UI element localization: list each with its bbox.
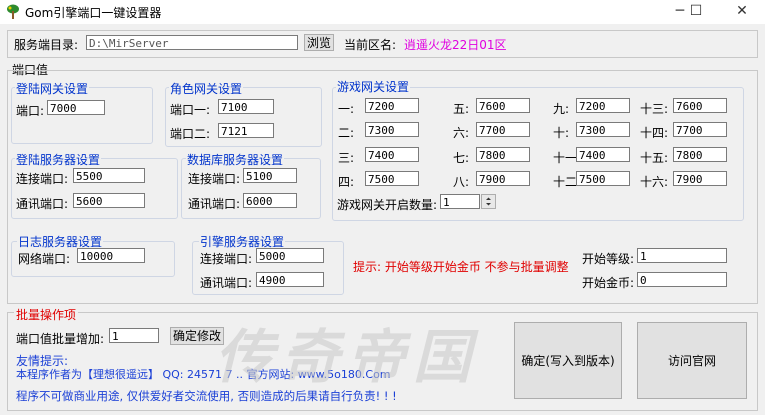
hint-text: 提示: 开始等级开始金币 不参与批量调整: [353, 260, 569, 274]
game-gate-port-input[interactable]: 7300: [576, 122, 630, 137]
visit-website-button[interactable]: 访问官网: [637, 322, 747, 399]
engine-server-conn-label: 连接端口:: [200, 252, 253, 266]
game-gate-port-label: 六:: [453, 126, 470, 140]
login-server-comm-label: 通讯端口:: [16, 197, 69, 211]
app-icon: [6, 4, 20, 20]
batch-increase-label: 端口值批量增加:: [16, 332, 105, 346]
notes-line1: 本程序作者为【理想很遥远】 QQ: 24571 7 .. 官方网站: www.5…: [16, 368, 391, 381]
db-server-comm-label: 通讯端口:: [188, 197, 241, 211]
log-server-net-input[interactable]: 10000: [77, 248, 145, 263]
browse-button[interactable]: 浏览: [304, 34, 334, 51]
game-gate-port-label: 一:: [338, 102, 355, 116]
start-level-label: 开始等级:: [582, 252, 635, 266]
game-gate-port-input[interactable]: 7900: [476, 171, 530, 186]
notes-line2: 程序不可做商业用途, 仅供爱好者交流使用, 否则造成的后果请自行负责! ! !: [16, 389, 397, 403]
game-gate-port-label: 二:: [338, 126, 355, 140]
game-gate-port-input[interactable]: 7700: [476, 122, 530, 137]
game-gate-port-input[interactable]: 7600: [673, 98, 727, 113]
game-gate-port-input[interactable]: 7500: [576, 171, 630, 186]
game-gate-port-label: 九:: [553, 102, 570, 116]
game-gate-port-input[interactable]: 7200: [365, 98, 419, 113]
game-gate-port-label: 十六:: [640, 175, 669, 189]
engine-server-comm-input[interactable]: 4900: [256, 272, 324, 287]
engine-server-conn-input[interactable]: 5000: [256, 248, 324, 263]
role-gate-port2-input[interactable]: 7121: [218, 123, 274, 138]
apply-to-version-button[interactable]: 确定(写入到版本): [514, 322, 622, 399]
game-gate-port-label: 三:: [338, 151, 355, 165]
game-gate-port-label: 十四:: [640, 126, 669, 140]
title-bar: Gom引擎端口一键设置器 ─ ☐ ✕: [0, 0, 765, 24]
game-gate-port-input[interactable]: 7800: [476, 147, 530, 162]
game-gate-count-spinner[interactable]: [481, 194, 496, 209]
db-server-conn-input[interactable]: 5100: [243, 168, 297, 183]
db-server-title: 数据库服务器设置: [186, 151, 285, 168]
game-gate-port-label: 十:: [553, 126, 570, 140]
zone-label: 当前区名:: [344, 38, 397, 52]
role-gate-port1-label: 端口一:: [170, 103, 211, 117]
start-gold-label: 开始金币:: [582, 276, 635, 290]
engine-server-comm-label: 通讯端口:: [200, 276, 253, 290]
game-gate-port-input[interactable]: 7300: [365, 122, 419, 137]
game-gate-port-input[interactable]: 7500: [365, 171, 419, 186]
game-gate-port-input[interactable]: 7700: [673, 122, 727, 137]
start-level-input[interactable]: 1: [637, 248, 727, 263]
server-dir-input[interactable]: D:\MirServer: [86, 35, 298, 50]
batch-confirm-button[interactable]: 确定修改: [170, 327, 224, 345]
game-gate-title: 游戏网关设置: [336, 78, 411, 95]
game-gate-port-input[interactable]: 7200: [576, 98, 630, 113]
db-server-conn-label: 连接端口:: [188, 172, 241, 186]
game-gate-port-input[interactable]: 7900: [673, 171, 727, 186]
game-gate-count-input[interactable]: 1: [440, 194, 480, 209]
game-gate-port-label: 五:: [453, 102, 470, 116]
game-gate-port-input[interactable]: 7600: [476, 98, 530, 113]
game-gate-port-label: 十五:: [640, 151, 669, 165]
close-button[interactable]: ✕: [719, 0, 765, 24]
game-gate-port-input[interactable]: 7800: [673, 147, 727, 162]
server-dir-label: 服务端目录:: [14, 38, 79, 52]
zone-value: 逍遥火龙22日01区: [404, 38, 507, 52]
log-server-net-label: 网络端口:: [18, 252, 71, 266]
start-gold-input[interactable]: 0: [637, 272, 727, 287]
batch-title: 批量操作项: [14, 306, 79, 323]
window-title: Gom引擎端口一键设置器: [25, 6, 162, 20]
game-gate-port-input[interactable]: 7400: [576, 147, 630, 162]
batch-increase-input[interactable]: 1: [109, 328, 159, 343]
maximize-button[interactable]: ☐: [673, 0, 719, 24]
game-gate-port-input[interactable]: 7400: [365, 147, 419, 162]
role-gate-port2-label: 端口二:: [170, 127, 211, 141]
login-server-conn-label: 连接端口:: [16, 172, 69, 186]
game-gate-count-label: 游戏网关开启数量:: [337, 198, 438, 212]
login-gate-port-input[interactable]: 7000: [47, 100, 105, 115]
db-server-comm-input[interactable]: 6000: [243, 193, 297, 208]
role-gate-port1-input[interactable]: 7100: [218, 99, 274, 114]
login-gate-title: 登陆网关设置: [15, 80, 90, 97]
game-gate-port-label: 四:: [338, 175, 355, 189]
login-gate-port-label: 端口:: [16, 104, 45, 118]
login-server-title: 登陆服务器设置: [15, 151, 102, 168]
login-server-comm-input[interactable]: 5600: [73, 193, 145, 208]
login-server-conn-input[interactable]: 5500: [73, 168, 145, 183]
game-gate-port-label: 十三:: [640, 102, 669, 116]
game-gate-port-label: 八:: [453, 175, 470, 189]
role-gate-title: 角色网关设置: [169, 80, 244, 97]
game-gate-port-label: 七:: [453, 151, 470, 165]
